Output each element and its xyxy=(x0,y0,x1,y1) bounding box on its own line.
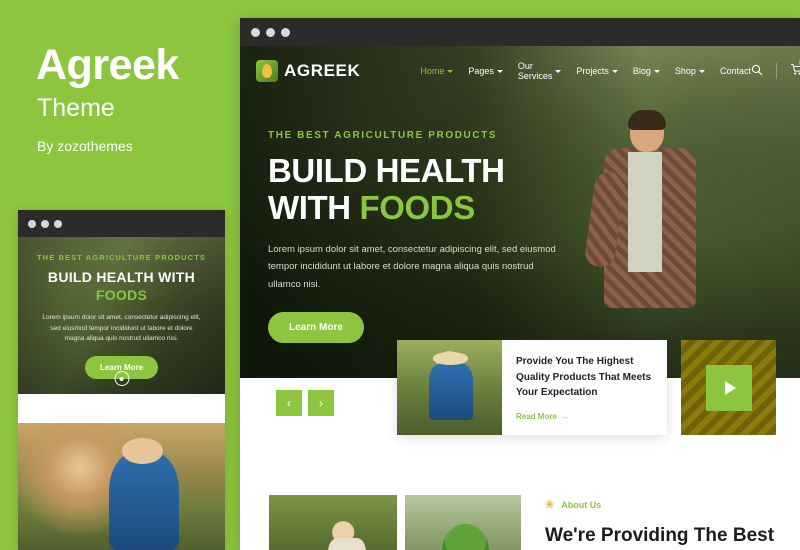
brand-name: AGREEK xyxy=(284,61,361,80)
nav-item-pages-label: Pages xyxy=(468,66,494,76)
play-icon xyxy=(724,380,736,395)
hero-heading: BUILD HEALTH WITH FOODS xyxy=(268,152,598,227)
hero-section: AGREEK Home Pages Our Services Projects … xyxy=(240,46,800,378)
main-window-dot-close[interactable] xyxy=(251,27,260,37)
nav-item-shop-label: Shop xyxy=(674,66,696,76)
chevron-down-icon xyxy=(447,69,454,73)
slider-arrows: ‹ › xyxy=(276,390,334,416)
about-label-row: ❀ About Us xyxy=(545,498,800,511)
feature-card[interactable]: Provide You The Highest Quality Products… xyxy=(397,340,667,435)
main-preview-window: AGREEK Home Pages Our Services Projects … xyxy=(240,18,800,550)
window-dot-close[interactable] xyxy=(28,219,36,228)
leaf-logo-icon xyxy=(256,60,278,82)
chevron-down-icon xyxy=(653,69,660,73)
feature-card-body: Provide You The Highest Quality Products… xyxy=(502,340,667,435)
window-dot-maximize[interactable] xyxy=(54,219,62,228)
cart-icon[interactable]: 0 xyxy=(790,57,800,79)
screenshot-root: Agreek Theme By zozothemes THE BEST AGRI… xyxy=(0,0,800,550)
main-window-titlebar xyxy=(240,18,800,46)
mini-photo xyxy=(18,423,225,550)
main-window-dot-minimize[interactable] xyxy=(266,27,275,37)
mini-hero: THE BEST AGRICULTURE PRODUCTS BUILD HEAL… xyxy=(18,237,225,394)
nav-item-blog-label: Blog xyxy=(632,66,651,76)
feature-card-image xyxy=(397,340,502,435)
video-tile[interactable] xyxy=(681,340,776,435)
leaf-flourish-icon: ❀ xyxy=(545,499,555,511)
slider-prev-button[interactable]: ‹ xyxy=(276,390,302,416)
main-window-dot-maximize[interactable] xyxy=(281,27,290,37)
nav-item-contact-label: Contact xyxy=(719,66,751,76)
mini-hero-heading-accent: FOODS xyxy=(95,286,148,303)
nav-item-projects-label: Projects xyxy=(576,66,609,76)
nav-item-our-services-label: Our Services xyxy=(517,61,553,81)
promo-title: Agreek xyxy=(36,41,179,89)
site-logo[interactable]: AGREEK xyxy=(256,60,360,82)
hero-learn-more-button[interactable]: Learn More xyxy=(268,311,364,343)
chevron-down-icon xyxy=(611,69,618,73)
mini-spacer xyxy=(18,394,225,423)
mini-hero-kicker: THE BEST AGRICULTURE PRODUCTS xyxy=(37,253,206,262)
nav-item-projects[interactable]: Projects xyxy=(576,66,618,76)
window-dot-minimize[interactable] xyxy=(41,219,49,228)
nav-item-shop[interactable]: Shop xyxy=(675,66,705,76)
about-section: ❀ About Us We're Providing The Best Solu… xyxy=(240,452,800,550)
promo-subtitle: Theme xyxy=(37,94,115,122)
nav-item-blog[interactable]: Blog xyxy=(633,66,660,76)
about-label: About Us xyxy=(561,499,602,510)
about-photo-right xyxy=(405,495,521,550)
promo-byline: By zozothemes xyxy=(37,138,133,154)
hero-content: THE BEST AGRICULTURE PRODUCTS BUILD HEAL… xyxy=(268,130,598,343)
search-icon[interactable] xyxy=(751,64,763,79)
slider-next-button[interactable]: › xyxy=(308,390,334,416)
nav-item-pages[interactable]: Pages xyxy=(468,66,503,76)
hero-paragraph: Lorem ipsum dolor sit amet, consectetur … xyxy=(268,243,556,291)
primary-nav: Home Pages Our Services Projects Blog Sh… xyxy=(420,61,751,81)
nav-item-our-services[interactable]: Our Services xyxy=(518,61,562,81)
hero-kicker: THE BEST AGRICULTURE PRODUCTS xyxy=(268,130,498,141)
hero-heading-line2: WITH FOODS xyxy=(268,188,598,227)
mini-window-titlebar xyxy=(18,210,225,237)
nav-item-home[interactable]: Home xyxy=(420,66,454,76)
chevron-down-icon xyxy=(496,69,503,73)
site-navbar: AGREEK Home Pages Our Services Projects … xyxy=(240,46,800,96)
feature-card-title: Provide You The Highest Quality Products… xyxy=(516,356,652,398)
about-text-block: ❀ About Us We're Providing The Best Solu… xyxy=(545,498,800,550)
feature-card-read-more-link[interactable]: Read More → xyxy=(516,412,655,421)
mini-hero-heading-line1: BUILD HEALTH WITH xyxy=(47,269,196,285)
mini-slider-dot-nav[interactable] xyxy=(114,371,129,386)
hero-heading-line1: BUILD HEALTH xyxy=(268,152,505,189)
hero-farmer-figure xyxy=(583,110,714,362)
about-heading: We're Providing The Best Solution xyxy=(545,525,775,550)
chevron-down-icon xyxy=(698,69,705,73)
navbar-actions: 0 xyxy=(751,57,800,79)
about-photo-left xyxy=(269,495,397,550)
nav-item-contact[interactable]: Contact xyxy=(720,66,751,76)
arrow-right-icon: → xyxy=(560,411,569,421)
mini-hero-heading: BUILD HEALTH WITH FOODS xyxy=(18,269,225,304)
video-play-button[interactable] xyxy=(705,364,752,411)
nav-divider xyxy=(775,63,777,79)
hero-heading-line2-accent: FOODS xyxy=(359,188,475,226)
mini-hero-paragraph: Lorem ipsum dolor sit amet, consectetur … xyxy=(42,314,201,343)
nav-item-home-label: Home xyxy=(420,66,445,76)
hero-heading-line2-plain: WITH xyxy=(268,188,360,226)
mini-preview-window: THE BEST AGRICULTURE PRODUCTS BUILD HEAL… xyxy=(18,210,225,550)
feature-card-read-more-label: Read More xyxy=(516,411,557,421)
chevron-down-icon xyxy=(555,69,562,73)
